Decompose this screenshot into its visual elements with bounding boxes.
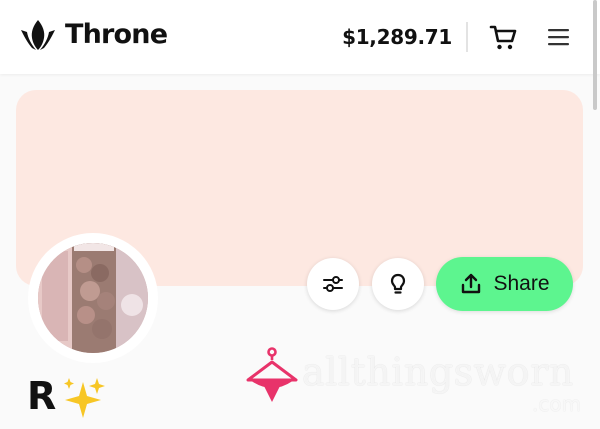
top-navigation-bar: Throne $1,289.71 <box>0 0 600 74</box>
upload-icon <box>462 273 481 294</box>
sparkles-emoji-icon <box>64 378 105 418</box>
share-button[interactable]: Share <box>436 257 573 311</box>
avatar[interactable] <box>38 243 148 353</box>
watermark-domain: .com <box>532 392 582 416</box>
page-scrollbar[interactable] <box>593 0 597 110</box>
lightbulb-icon <box>390 273 406 294</box>
brand-name: Throne <box>65 19 168 50</box>
cart-icon <box>489 25 517 50</box>
throne-logo[interactable]: Throne <box>19 18 168 52</box>
cart-button[interactable] <box>488 22 518 52</box>
wallet-balance[interactable]: $1,289.71 <box>342 24 452 50</box>
menu-button[interactable] <box>545 24 573 50</box>
share-button-label: Share <box>493 272 550 295</box>
creator-display-name: R <box>27 374 57 418</box>
sliders-icon <box>323 276 343 292</box>
crown-icon <box>21 20 55 50</box>
filter-button[interactable] <box>307 258 359 310</box>
header-divider <box>466 22 468 52</box>
hanger-watermark-icon <box>246 347 298 402</box>
hamburger-menu-icon <box>548 29 569 46</box>
watermark-text: allthingsworn <box>302 350 574 394</box>
idea-button[interactable] <box>372 258 424 310</box>
